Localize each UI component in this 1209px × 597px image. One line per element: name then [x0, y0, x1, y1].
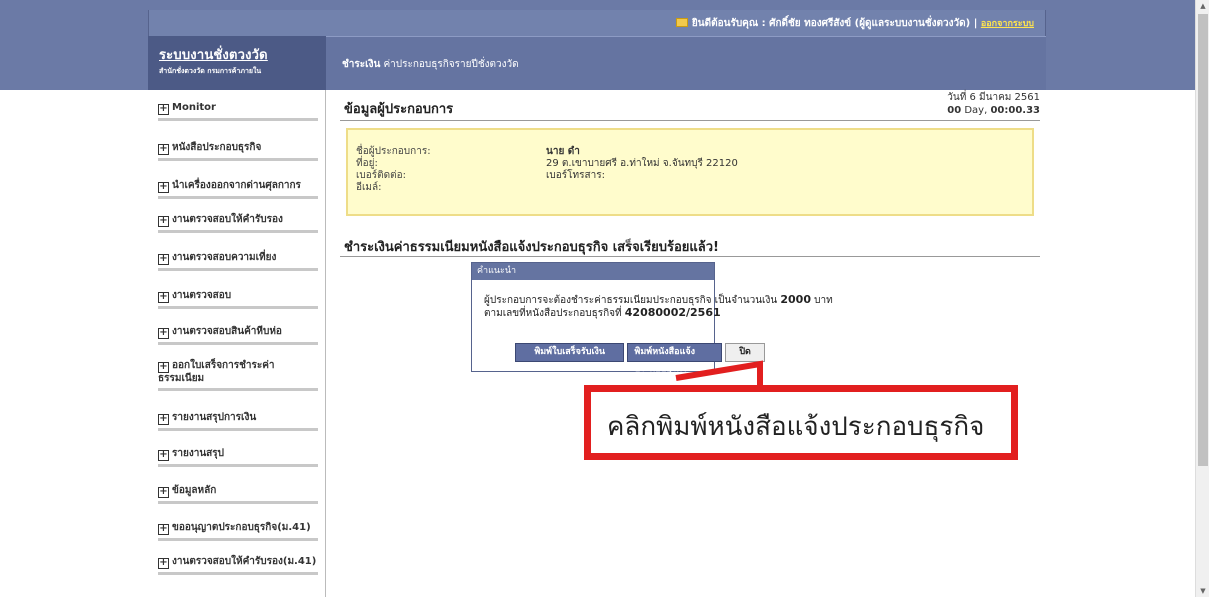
scroll-down-icon[interactable]: ▼: [1196, 585, 1209, 597]
scroll-thumb[interactable]: [1198, 14, 1208, 466]
vertical-scrollbar[interactable]: ▲ ▼: [1195, 0, 1209, 597]
annotation-arrow: [675, 360, 763, 390]
scroll-up-icon[interactable]: ▲: [1196, 0, 1209, 12]
instruction-callout: คลิกพิมพ์หนังสือแจ้งประกอบธุรกิจ: [584, 385, 1018, 460]
